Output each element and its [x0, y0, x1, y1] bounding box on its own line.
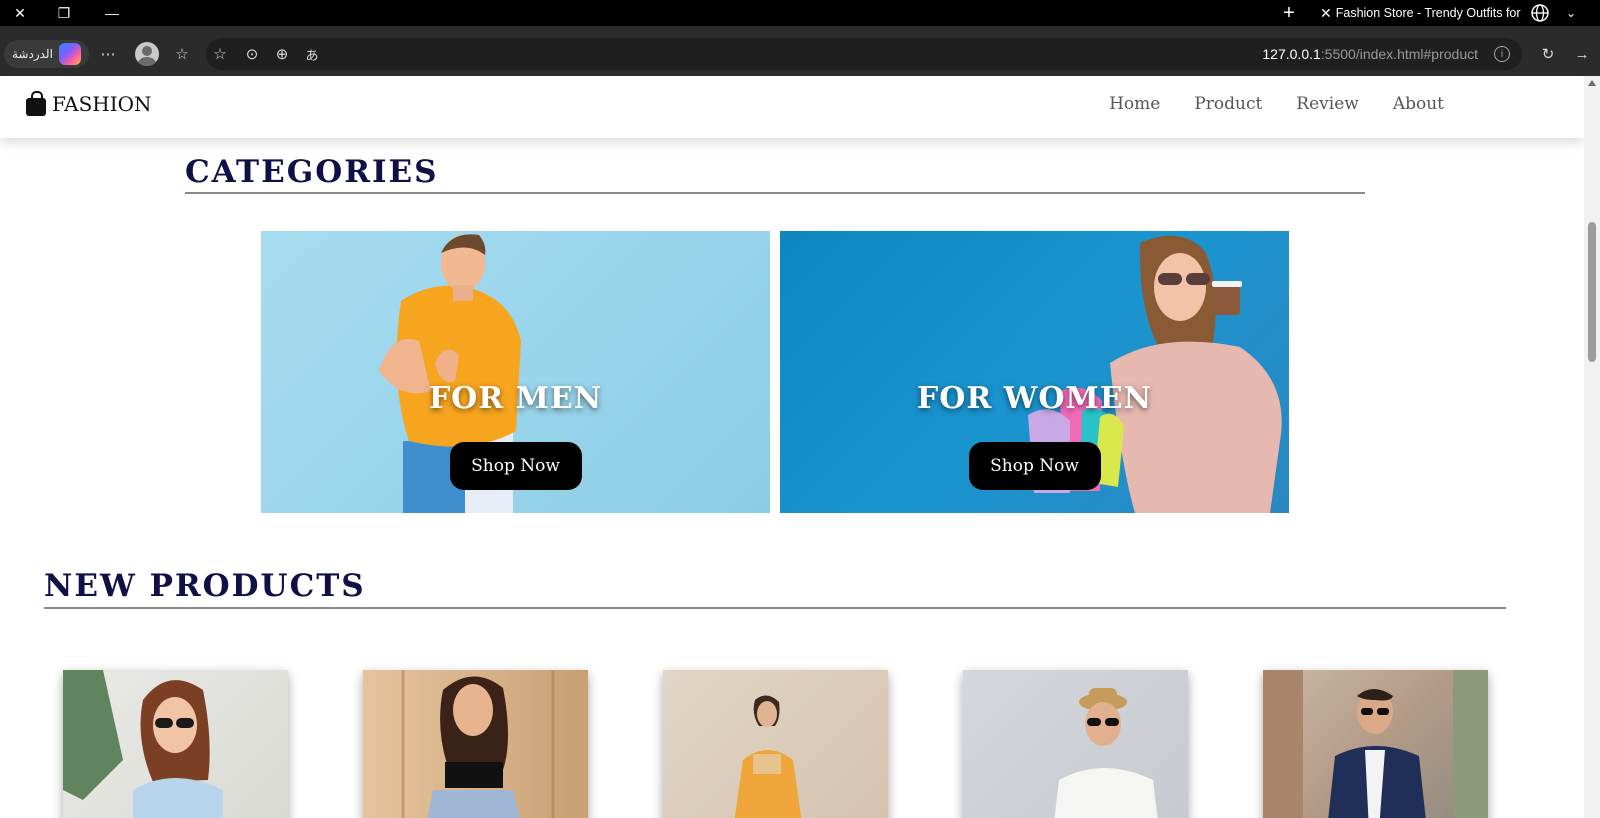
more-options-icon[interactable]: ⋯: [96, 42, 120, 66]
restore-window-icon[interactable]: ❐: [44, 0, 84, 26]
nav-home[interactable]: Home: [1109, 94, 1160, 114]
translate-icon[interactable]: あ: [300, 42, 324, 66]
refresh-icon[interactable]: ↻: [1536, 42, 1560, 66]
favorite-star-icon[interactable]: ☆: [208, 42, 232, 66]
new-tab-icon[interactable]: +: [1272, 0, 1306, 26]
product-image-2: [401, 670, 555, 818]
product-image-5: [1263, 670, 1488, 818]
minimize-window-icon[interactable]: —: [92, 0, 132, 26]
nav-product[interactable]: Product: [1194, 94, 1262, 114]
site-info-icon[interactable]: i: [1494, 46, 1510, 62]
tab-close-icon[interactable]: ✕: [1320, 5, 1332, 22]
favorites-list-icon[interactable]: ☆: [170, 42, 194, 66]
logo-text: FASHION: [52, 92, 152, 116]
copilot-label: الدردشة: [12, 47, 53, 61]
shopping-bag-icon: [26, 91, 46, 116]
window-titlebar: ✕ ❐ — + ✕ Fashion Store - Trendy Outfits…: [0, 0, 1600, 26]
shop-now-men-button[interactable]: Shop Now: [449, 442, 582, 490]
product-card-5[interactable]: [1263, 670, 1488, 818]
shop-now-women-button[interactable]: Shop Now: [968, 442, 1101, 490]
site-header: FASHION Home Product Review About: [0, 76, 1584, 138]
main-nav: Home Product Review About: [1109, 94, 1444, 114]
close-window-icon[interactable]: ✕: [0, 0, 40, 26]
new-products-divider: [44, 607, 1506, 609]
url-text[interactable]: 127.0.0.1:5500/index.html#product: [1262, 38, 1478, 70]
profile-avatar-icon[interactable]: [135, 42, 159, 66]
zoom-icon[interactable]: ⊕: [270, 42, 294, 66]
product-card-1[interactable]: [63, 670, 288, 818]
category-men-card[interactable]: FOR MEN Shop Now: [261, 231, 770, 513]
page-viewport: FASHION Home Product Review About CATEGO…: [0, 76, 1584, 818]
category-women-label: FOR WOMEN: [916, 381, 1153, 416]
product-card-3[interactable]: [663, 670, 888, 818]
ellipsis-circle-icon[interactable]: ⊙: [240, 42, 264, 66]
categories-title: CATEGORIES: [185, 154, 439, 190]
forward-arrow-icon[interactable]: →: [1570, 42, 1594, 66]
product-image-3: [734, 695, 802, 818]
address-bar[interactable]: ☆ ⊙ ⊕ あ 127.0.0.1:5500/index.html#produc…: [206, 38, 1522, 70]
scroll-up-arrow-icon[interactable]: [1588, 80, 1596, 86]
product-image-1: [63, 670, 223, 818]
product-card-2[interactable]: [363, 670, 588, 818]
category-men-label: FOR MEN: [428, 381, 603, 416]
page-scrollbar[interactable]: [1584, 76, 1600, 818]
copilot-icon: [58, 43, 81, 65]
site-logo[interactable]: FASHION: [26, 91, 152, 116]
category-women-card[interactable]: FOR WOMEN Shop Now: [780, 231, 1289, 513]
copilot-button[interactable]: الدردشة: [4, 40, 89, 68]
nav-about[interactable]: About: [1393, 94, 1444, 114]
new-products-title: NEW PRODUCTS: [44, 568, 366, 604]
tab-title: Fashion Store - Trendy Outfits for: [1335, 6, 1521, 20]
tab-list-chevron-icon[interactable]: ⌄: [1566, 0, 1576, 26]
active-tab[interactable]: ✕ Fashion Store - Trendy Outfits for: [1312, 0, 1522, 26]
product-image-4: [1054, 688, 1158, 818]
product-card-4[interactable]: [963, 670, 1188, 818]
categories-divider: [185, 192, 1365, 194]
nav-review[interactable]: Review: [1296, 94, 1359, 114]
globe-icon[interactable]: [1530, 3, 1550, 23]
scrollbar-thumb[interactable]: [1588, 222, 1596, 362]
